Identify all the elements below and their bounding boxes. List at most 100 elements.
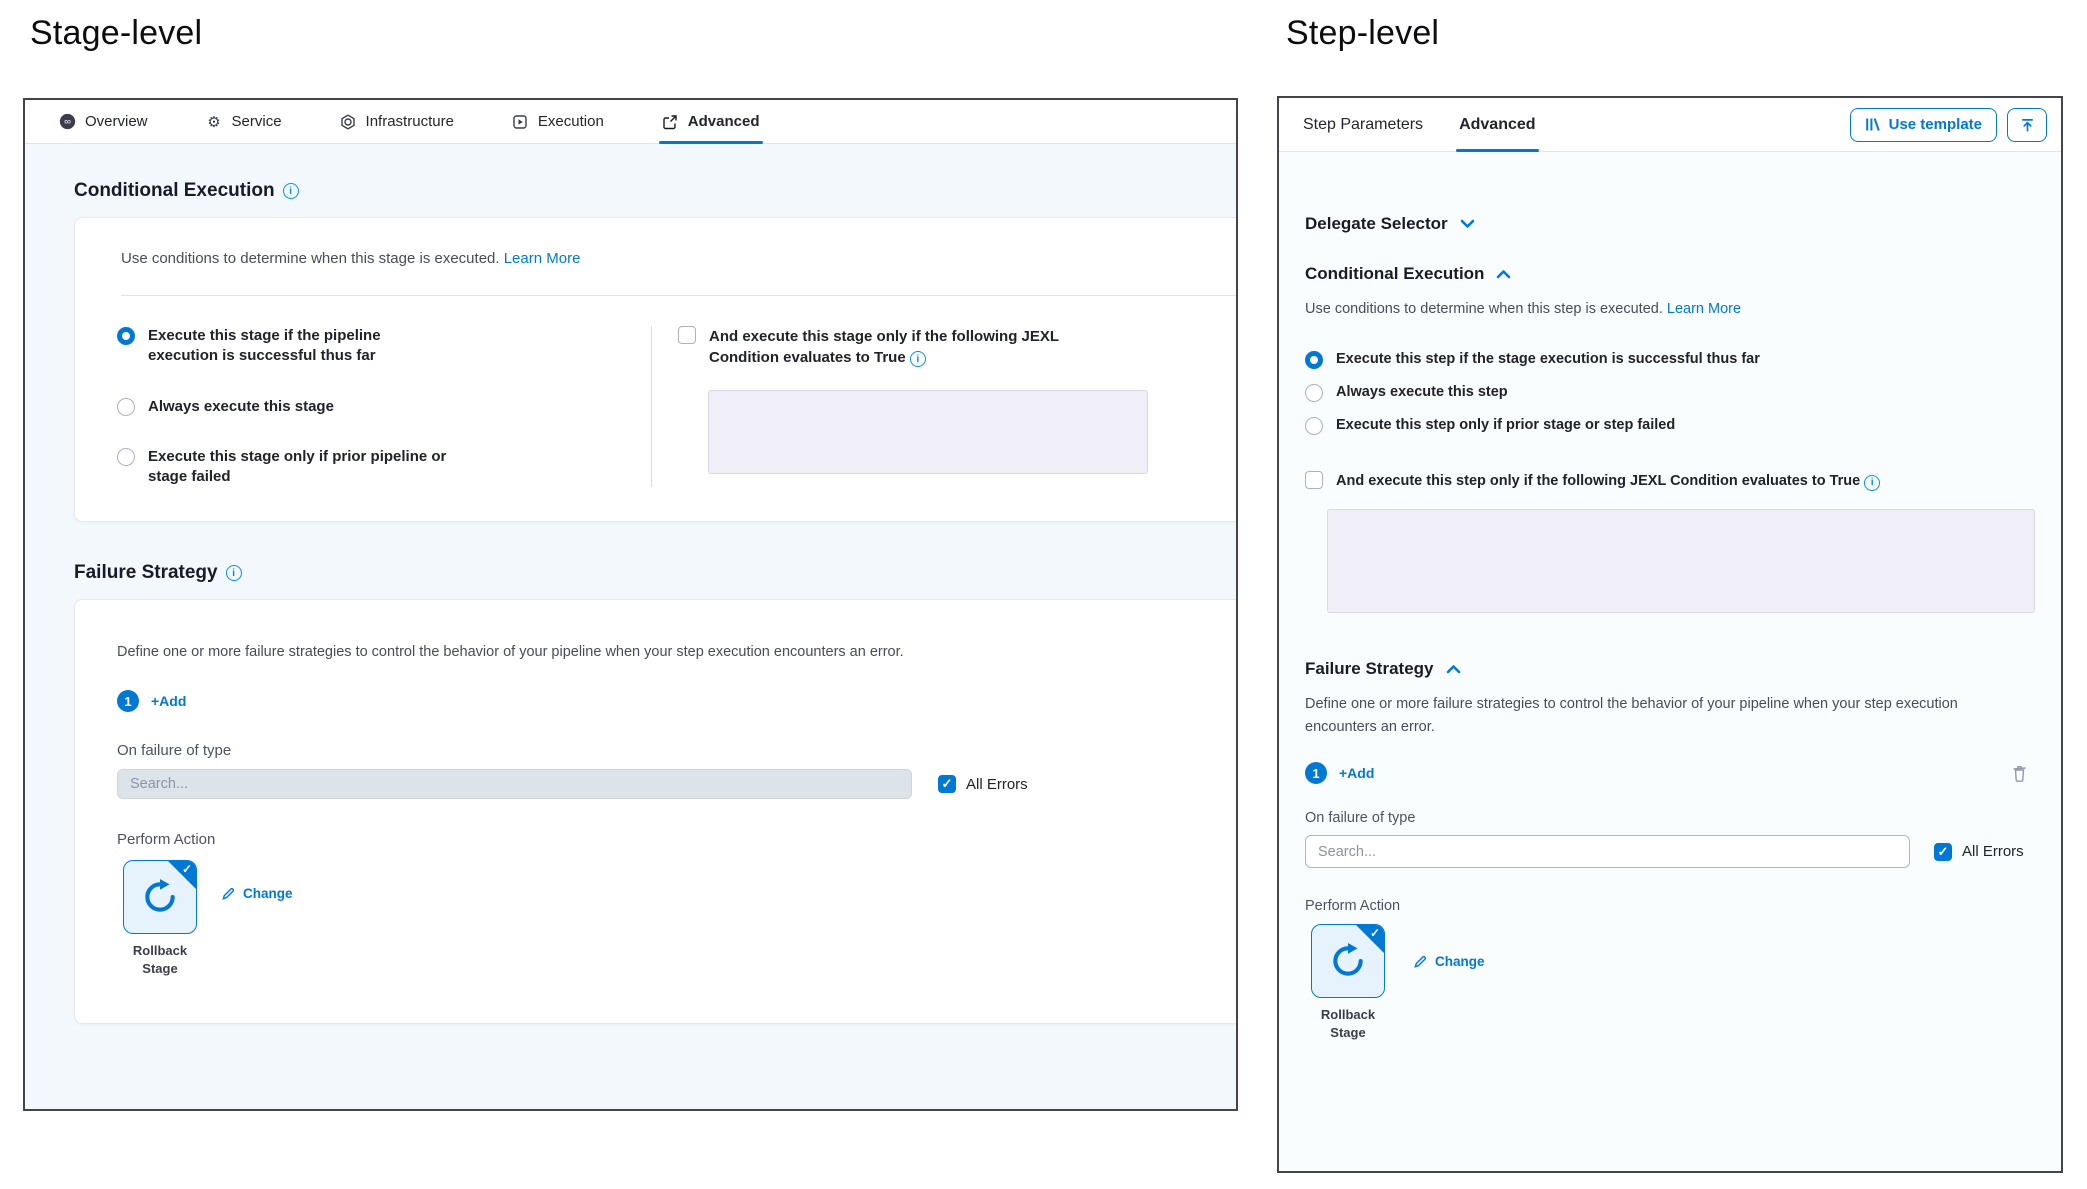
delegate-selector-heading[interactable]: Delegate Selector (1305, 214, 2035, 234)
radio-label: Execute this step only if prior stage or… (1336, 416, 1675, 436)
jexl-condition-label: And execute this stage only if the follo… (709, 326, 1104, 368)
add-strategy-button[interactable]: +Add (1339, 765, 1374, 781)
radio-label: Always execute this stage (148, 397, 334, 417)
jexl-checkbox[interactable] (1305, 471, 1323, 489)
jexl-condition-checkbox-row[interactable]: And execute this step only if the follow… (1305, 471, 2035, 491)
tab-overview[interactable]: ∞ Overview (59, 100, 148, 143)
tab-step-parameters-label: Step Parameters (1303, 116, 1423, 134)
step-tab-bar: Step Parameters Advanced Use template (1279, 98, 2061, 152)
description-text: Use conditions to determine when this st… (121, 250, 500, 267)
tab-service[interactable]: ⚙ Service (206, 100, 282, 143)
failure-type-search-input[interactable] (1305, 835, 1910, 868)
radio-execute-if-failed[interactable]: Execute this stage only if prior pipelin… (117, 447, 651, 488)
radio-execute-if-failed[interactable]: Execute this step only if prior stage or… (1305, 416, 2035, 436)
info-icon[interactable]: i (226, 565, 242, 581)
delete-strategy-button[interactable] (2012, 765, 2027, 782)
rollback-stage-label: Rollback Stage (123, 942, 197, 977)
upgrade-template-button[interactable] (2007, 108, 2047, 142)
step-panel-content: Delegate Selector Conditional Execution … (1279, 152, 2061, 1171)
tab-execution[interactable]: Execution (512, 100, 604, 143)
all-errors-label: All Errors (966, 776, 1028, 793)
all-errors-checkbox[interactable]: ✓ (1934, 843, 1952, 861)
jexl-label-text: And execute this step only if the follow… (1336, 473, 1860, 489)
conditional-execution-description: Use conditions to determine when this st… (103, 250, 1236, 267)
learn-more-link[interactable]: Learn More (1667, 301, 1741, 317)
chevron-up-icon (1446, 664, 1461, 674)
tab-infrastructure[interactable]: Infrastructure (340, 100, 454, 143)
conditional-execution-description: Use conditions to determine when this st… (1305, 298, 2035, 320)
failure-strategy-heading[interactable]: Failure Strategy (1305, 659, 2035, 679)
tab-advanced[interactable]: Advanced (662, 100, 760, 143)
all-errors-checkbox-row[interactable]: ✓ All Errors (1934, 843, 2024, 861)
advanced-icon (662, 113, 679, 130)
add-strategy-button[interactable]: +Add (151, 693, 186, 709)
radio-label: Execute this step if the stage execution… (1336, 350, 1760, 370)
rollback-stage-action-tile[interactable]: ✓ (123, 860, 197, 934)
selected-check-icon: ✓ (1370, 926, 1380, 940)
change-action-link[interactable]: Change (221, 886, 293, 901)
radio-selected-icon (1305, 351, 1323, 369)
info-icon[interactable]: i (283, 183, 299, 199)
info-icon[interactable]: i (1864, 475, 1880, 491)
rollback-stage-action-tile[interactable]: ✓ (1311, 924, 1385, 998)
jexl-checkbox[interactable] (678, 326, 696, 344)
radio-unselected-icon (1305, 384, 1323, 402)
stage-advanced-panel: ∞ Overview ⚙ Service Infrastructure Exec… (23, 98, 1238, 1111)
conditional-execution-heading[interactable]: Conditional Execution (1305, 264, 2035, 284)
step-level-title: Step-level (1286, 14, 1439, 53)
conditional-execution-title: Conditional Execution (74, 180, 275, 202)
all-errors-checkbox-row[interactable]: ✓ All Errors (938, 775, 1028, 793)
all-errors-label: All Errors (1962, 843, 2024, 860)
tab-advanced-label: Advanced (688, 113, 760, 130)
radio-always-execute[interactable]: Always execute this step (1305, 383, 2035, 403)
jexl-condition-checkbox-row[interactable]: And execute this stage only if the follo… (678, 326, 1236, 368)
jexl-condition-textarea[interactable] (708, 390, 1148, 474)
radio-label: Always execute this step (1336, 383, 1508, 403)
overview-icon: ∞ (59, 113, 76, 130)
selected-check-icon: ✓ (182, 862, 192, 876)
conditional-execution-card: Use conditions to determine when this st… (74, 217, 1236, 522)
delegate-selector-title: Delegate Selector (1305, 214, 1448, 234)
change-label: Change (243, 886, 293, 901)
info-icon[interactable]: i (910, 351, 926, 367)
tab-step-advanced[interactable]: Advanced (1459, 98, 1535, 151)
service-gear-icon: ⚙ (206, 113, 223, 130)
failure-strategy-card: Define one or more failure strategies to… (74, 599, 1236, 1024)
jexl-condition-textarea[interactable] (1327, 509, 2035, 613)
radio-always-execute[interactable]: Always execute this stage (117, 397, 651, 417)
change-action-link[interactable]: Change (1413, 954, 1485, 969)
chevron-down-icon (1460, 219, 1475, 229)
all-errors-checkbox[interactable]: ✓ (938, 775, 956, 793)
tab-service-label: Service (232, 113, 282, 130)
on-failure-of-type-label: On failure of type (103, 742, 1236, 759)
failure-type-search-input[interactable] (117, 769, 912, 799)
strategy-count-badge[interactable]: 1 (117, 690, 139, 712)
stage-tab-bar: ∞ Overview ⚙ Service Infrastructure Exec… (25, 100, 1236, 144)
tab-step-advanced-label: Advanced (1459, 116, 1535, 134)
tab-infrastructure-label: Infrastructure (366, 113, 454, 130)
tab-execution-label: Execution (538, 113, 604, 130)
pencil-icon (1413, 954, 1428, 969)
tab-step-parameters[interactable]: Step Parameters (1303, 98, 1423, 151)
svg-text:∞: ∞ (64, 117, 71, 128)
divider (121, 295, 1236, 296)
execution-condition-radio-group: Execute this stage if the pipeline execu… (103, 326, 651, 487)
rollback-stage-label: Rollback Stage (1311, 1006, 1385, 1041)
failure-strategy-heading: Failure Strategy i (74, 562, 1236, 584)
pencil-icon (221, 886, 236, 901)
strategy-count-badge[interactable]: 1 (1305, 762, 1327, 784)
perform-action-label: Perform Action (103, 831, 1236, 848)
failure-strategy-title: Failure Strategy (1305, 659, 1434, 679)
infrastructure-icon (340, 113, 357, 130)
learn-more-link[interactable]: Learn More (504, 250, 581, 267)
conditional-execution-heading: Conditional Execution i (74, 180, 1236, 202)
upload-arrow-icon (2020, 117, 2035, 133)
conditional-execution-title: Conditional Execution (1305, 264, 1484, 284)
template-library-icon (1865, 117, 1881, 132)
radio-unselected-icon (117, 398, 135, 416)
radio-execute-if-stage-successful[interactable]: Execute this step if the stage execution… (1305, 350, 2035, 370)
use-template-button[interactable]: Use template (1850, 108, 1997, 142)
on-failure-of-type-label: On failure of type (1305, 810, 2035, 826)
description-text: Use conditions to determine when this st… (1305, 301, 1663, 317)
radio-execute-if-pipeline-successful[interactable]: Execute this stage if the pipeline execu… (117, 326, 651, 367)
